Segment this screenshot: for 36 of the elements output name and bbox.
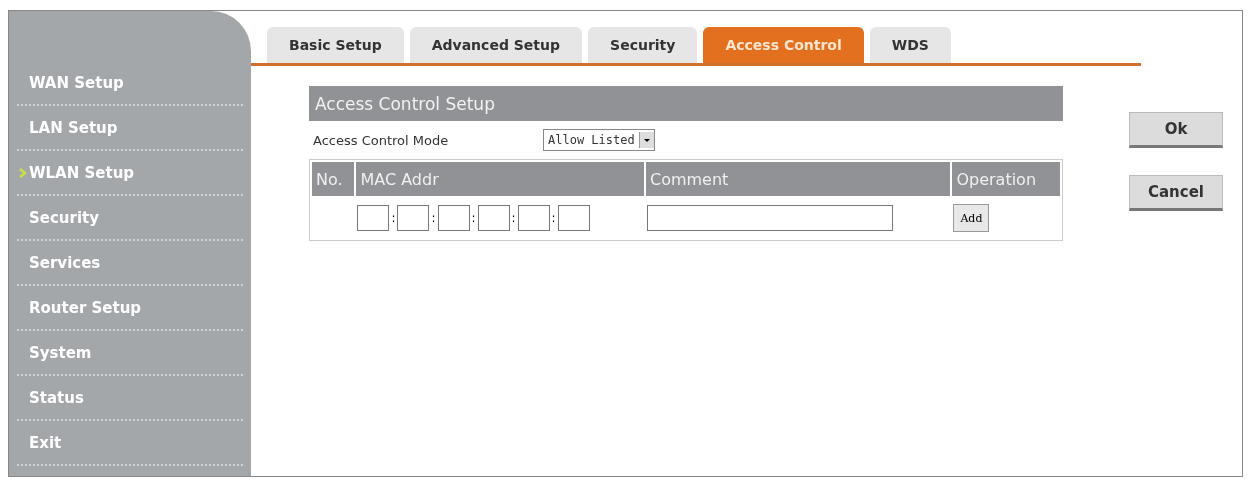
sidebar-item[interactable]: Exit [17, 421, 243, 466]
sidebar-item[interactable]: Security [17, 196, 243, 241]
column-header: Operation [952, 162, 1060, 196]
column-header: MAC Addr [356, 162, 644, 196]
sidebar-item[interactable]: Services [17, 241, 243, 286]
sidebar-item[interactable]: WAN Setup [17, 61, 243, 106]
mac-separator: : [431, 211, 436, 225]
mode-label: Access Control Mode [313, 132, 450, 148]
mac-octet-field[interactable] [397, 205, 430, 231]
tab[interactable]: Access Control [703, 27, 864, 63]
mac-octet-field[interactable] [557, 205, 590, 231]
column-header: Comment [645, 162, 951, 196]
sidebar-item[interactable]: LAN Setup [17, 106, 243, 151]
column-header: No. [312, 162, 355, 196]
action-button[interactable]: Ok [1129, 112, 1223, 148]
tab[interactable]: Basic Setup [267, 27, 404, 63]
mac-separator: : [471, 211, 476, 225]
mode-dropdown[interactable]: Allow Listed [543, 129, 655, 151]
section-title: Access Control Setup [309, 86, 1063, 121]
mac-octet-field[interactable] [477, 205, 510, 231]
tab[interactable]: Advanced Setup [409, 27, 583, 63]
tab[interactable]: WDS [869, 27, 951, 63]
mac-octet-field[interactable] [517, 205, 550, 231]
add-button[interactable]: Add [953, 204, 990, 232]
sidebar-item[interactable]: Router Setup [17, 286, 243, 331]
sidebar-item[interactable]: WLAN Setup [17, 151, 243, 196]
comment-field[interactable] [646, 205, 893, 231]
mac-octet-field[interactable] [357, 205, 390, 231]
action-button[interactable]: Cancel [1129, 175, 1223, 211]
mac-separator: : [391, 211, 396, 225]
sidebar-item[interactable]: Status [17, 376, 243, 421]
tab[interactable]: Security [588, 27, 698, 63]
mac-separator: : [551, 211, 556, 225]
sidebar-item[interactable]: System [17, 331, 243, 376]
mac-separator: : [511, 211, 516, 225]
mac-octet-field[interactable] [437, 205, 470, 231]
